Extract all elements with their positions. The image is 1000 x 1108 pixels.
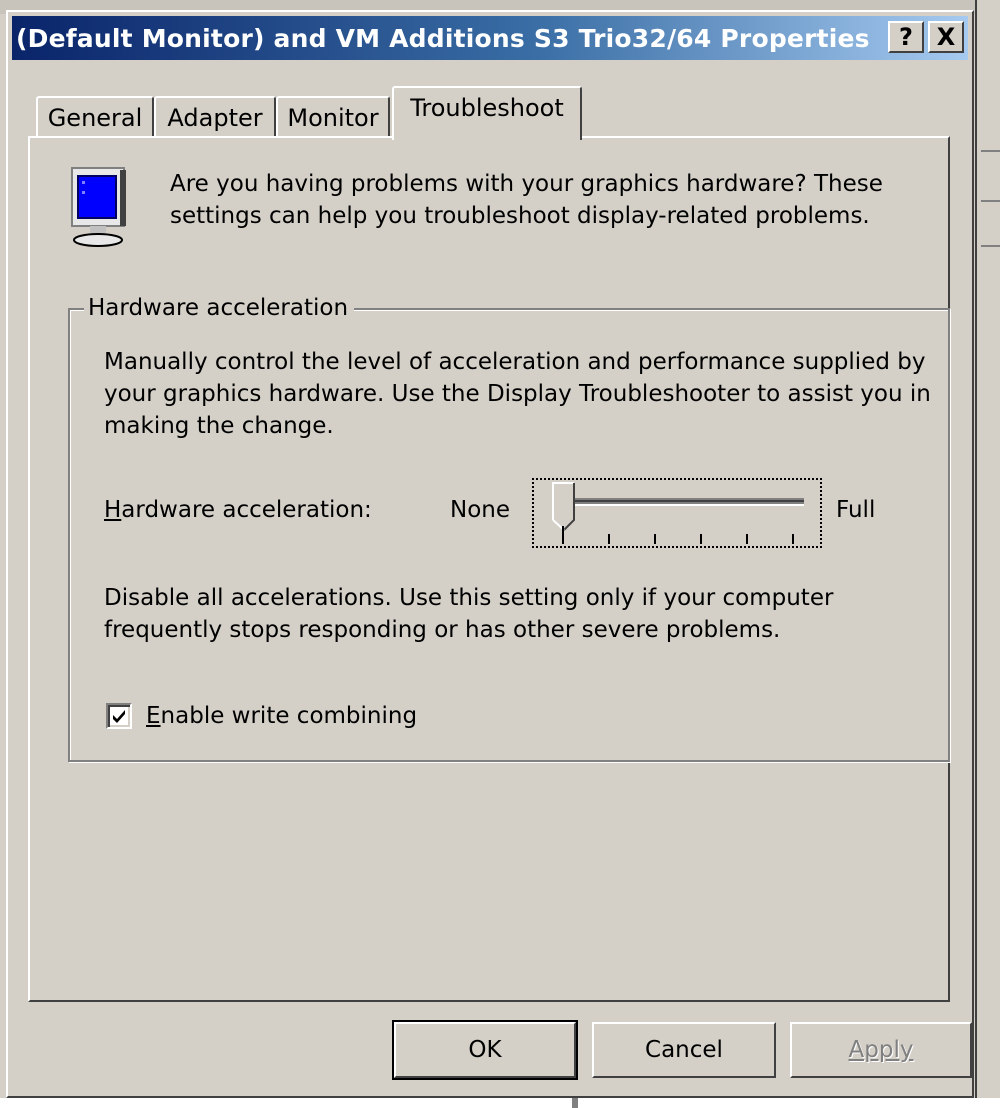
checkmark-icon [113,710,125,723]
window-title: (Default Monitor) and VM Additions S3 Tr… [16,23,870,53]
tab-label: General [47,104,143,132]
button-label: Apply [848,1037,914,1063]
slider-max-label: Full [836,497,876,523]
slider-thumb[interactable] [552,482,576,532]
close-icon: X [936,23,956,51]
access-key: H [104,497,122,523]
apply-button[interactable]: Apply [790,1022,972,1078]
slider-tick [746,534,748,544]
close-button[interactable]: X [928,21,964,53]
help-icon: ? [899,23,913,51]
slider-tick [700,534,702,544]
tab-general[interactable]: General [36,96,154,138]
tab-monitor[interactable]: Monitor [276,96,390,138]
tab-adapter[interactable]: Adapter [154,96,276,138]
tab-label: Troubleshoot [410,94,564,122]
tab-label: Adapter [167,104,263,132]
hardware-acceleration-label: Hardware acceleration: [104,494,372,526]
tab-label: Monitor [287,104,379,132]
label-text: nable write combining [160,703,418,729]
cancel-button[interactable]: Cancel [592,1022,776,1078]
slider-tick [792,534,794,544]
slider-track [560,498,804,506]
acceleration-level-description: Disable all accelerations. Use this sett… [104,585,834,643]
background-window-edge [975,0,1000,1108]
title-bar[interactable]: (Default Monitor) and VM Additions S3 Tr… [12,16,968,60]
button-label: Cancel [645,1037,723,1063]
tab-troubleshoot[interactable]: Troubleshoot [392,86,582,140]
intro-text: Are you having problems with your graphi… [170,171,883,229]
hardware-acceleration-group: Hardware acceleration Manually control t… [68,292,950,762]
help-button[interactable]: ? [888,21,924,53]
write-combining-option[interactable]: Enable write combining [106,700,417,732]
monitor-icon [71,167,126,247]
label-text: ardware acceleration: [121,497,372,523]
write-combining-checkbox[interactable] [106,703,132,729]
properties-dialog: (Default Monitor) and VM Additions S3 Tr… [6,10,974,1098]
slider-tick [608,534,610,544]
slider-min-label: None [450,497,511,523]
ok-button[interactable]: OK [392,1020,578,1080]
slider-tick [562,526,564,544]
group-description: Manually control the level of accelerati… [104,349,931,439]
button-label: OK [468,1037,502,1063]
troubleshoot-panel: Are you having problems with your graphi… [28,136,950,1002]
background-window-bottom [0,1098,1000,1108]
write-combining-label: Enable write combining [146,700,417,732]
slider-tick [654,534,656,544]
hardware-acceleration-slider[interactable] [532,478,822,548]
group-title: Hardware acceleration [84,292,355,324]
access-key: E [146,703,161,729]
